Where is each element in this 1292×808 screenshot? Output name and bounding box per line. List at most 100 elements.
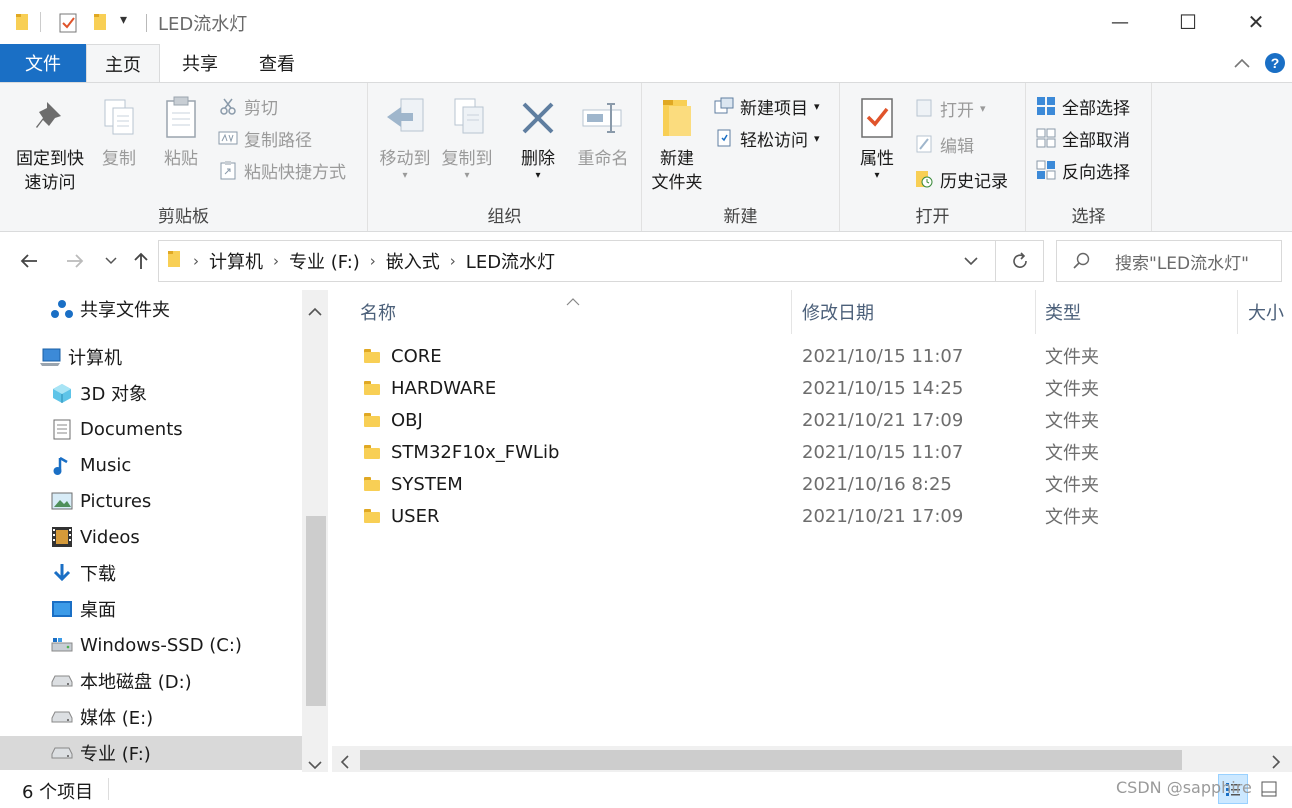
invert-selection-button[interactable]: 反向选择 — [1036, 156, 1130, 184]
breadcrumb-drive-f[interactable]: 专业 (F:) — [289, 248, 360, 274]
collapse-ribbon-icon[interactable] — [1232, 54, 1252, 75]
scroll-left-icon[interactable] — [340, 753, 349, 774]
pin-quick-access-button[interactable]: 固定到快 速访问 — [8, 93, 92, 195]
address-row: › 计算机 › 专业 (F:) › 嵌入式 › LED流水灯 搜索"LED流水灯… — [0, 232, 1292, 290]
nav-item-desktop[interactable]: 桌面 — [0, 592, 302, 626]
horizontal-scrollbar-thumb[interactable] — [360, 750, 1182, 770]
tab-file[interactable]: 文件 — [0, 44, 86, 82]
copy-label: 复制 — [102, 149, 136, 169]
file-date: 2021/10/21 17:09 — [802, 409, 964, 431]
new-folder-quick-icon[interactable] — [92, 12, 110, 37]
nav-item-pictures[interactable]: Pictures — [0, 484, 302, 518]
drive-icon — [50, 633, 74, 657]
history-icon — [914, 169, 934, 189]
nav-item-videos[interactable]: Videos — [0, 520, 302, 554]
new-item-dropdown-icon: ▾ — [814, 99, 820, 113]
refresh-button[interactable] — [995, 241, 1043, 281]
scroll-up-icon[interactable] — [308, 300, 322, 321]
nav-item-downloads[interactable]: 下载 — [0, 556, 302, 590]
move-to-button[interactable]: 移动到 ▾ — [374, 93, 436, 181]
share-icon — [50, 297, 74, 321]
rename-icon — [581, 93, 625, 143]
column-header-name[interactable]: 名称 — [360, 290, 790, 334]
nav-item-drive-f[interactable]: 专业 (F:) — [0, 736, 302, 770]
delete-button[interactable]: 删除 ▾ — [510, 93, 566, 181]
file-row[interactable]: STM32F10x_FWLib 2021/10/15 11:07 文件夹 — [332, 436, 1292, 468]
back-button[interactable] — [14, 246, 44, 276]
breadcrumb-current[interactable]: LED流水灯 — [466, 248, 555, 274]
up-button[interactable] — [126, 246, 156, 276]
recent-locations-button[interactable] — [96, 246, 126, 276]
minimize-button[interactable]: — — [1086, 0, 1154, 44]
easy-access-icon — [714, 128, 734, 148]
nav-item-label: 共享文件夹 — [80, 300, 170, 321]
nav-item-drive-d[interactable]: 本地磁盘 (D:) — [0, 664, 302, 698]
column-header-type[interactable]: 类型 — [1045, 290, 1235, 334]
edit-button[interactable]: 编辑 — [914, 130, 974, 158]
column-divider[interactable] — [1237, 290, 1238, 334]
column-divider[interactable] — [791, 290, 792, 334]
select-all-button[interactable]: 全部选择 — [1036, 92, 1130, 120]
paste-shortcut-button[interactable]: 粘贴快捷方式 — [218, 156, 346, 184]
file-row[interactable]: OBJ 2021/10/21 17:09 文件夹 — [332, 404, 1292, 436]
copy-path-button[interactable]: 复制路径 — [218, 124, 312, 152]
nav-item-music[interactable]: Music — [0, 448, 302, 482]
nav-item-drive-e[interactable]: 媒体 (E:) — [0, 700, 302, 734]
nav-item-shared-folders[interactable]: 共享文件夹 — [0, 292, 302, 326]
file-row[interactable]: CORE 2021/10/15 11:07 文件夹 — [332, 340, 1292, 372]
large-icons-view-button[interactable] — [1254, 774, 1284, 804]
copy-to-button[interactable]: 复制到 ▾ — [436, 93, 498, 181]
copy-path-label: 复制路径 — [244, 130, 312, 151]
properties-button[interactable]: 属性 ▾ — [846, 93, 908, 181]
new-folder-button[interactable]: 新建 文件夹 — [644, 93, 710, 195]
file-date: 2021/10/15 11:07 — [802, 345, 964, 367]
close-button[interactable]: ✕ — [1222, 0, 1290, 44]
maximize-button[interactable]: ☐ — [1154, 0, 1222, 44]
new-item-button[interactable]: 新建项目 ▾ — [714, 92, 820, 120]
select-none-icon — [1036, 128, 1056, 148]
file-row[interactable]: SYSTEM 2021/10/16 8:25 文件夹 — [332, 468, 1292, 500]
help-icon[interactable]: ? — [1264, 52, 1286, 79]
open-button[interactable]: 打开 ▾ — [914, 94, 986, 122]
file-row[interactable]: USER 2021/10/21 17:09 文件夹 — [332, 500, 1292, 532]
copy-button[interactable]: 复制 — [92, 93, 146, 171]
properties-dropdown-icon: ▾ — [874, 170, 880, 181]
nav-item-drive-c[interactable]: Windows-SSD (C:) — [0, 628, 302, 662]
select-none-button[interactable]: 全部取消 — [1036, 124, 1130, 152]
properties-quick-icon[interactable] — [58, 12, 78, 39]
tab-home[interactable]: 主页 — [86, 44, 160, 83]
breadcrumb-embedded[interactable]: 嵌入式 — [386, 248, 440, 274]
easy-access-button[interactable]: 轻松访问 ▾ — [714, 124, 820, 152]
forward-button[interactable] — [60, 246, 90, 276]
search-icon — [1073, 252, 1090, 269]
nav-scrollbar[interactable] — [302, 290, 328, 772]
nav-item-label: Videos — [80, 526, 140, 548]
file-row[interactable]: HARDWARE 2021/10/15 14:25 文件夹 — [332, 372, 1292, 404]
nav-item-label: 下载 — [80, 564, 116, 585]
tab-share[interactable]: 共享 — [163, 44, 237, 82]
paste-button[interactable]: 粘贴 — [152, 93, 210, 171]
documents-icon — [50, 417, 74, 441]
horizontal-scrollbar[interactable] — [332, 746, 1292, 772]
nav-item-computer[interactable]: 计算机 — [0, 340, 302, 374]
breadcrumb-computer[interactable]: 计算机 — [209, 248, 263, 274]
search-input[interactable]: 搜索"LED流水灯" — [1056, 240, 1282, 282]
select-none-label: 全部取消 — [1062, 130, 1130, 151]
address-history-button[interactable] — [947, 241, 995, 281]
column-header-size[interactable]: 大小 — [1248, 290, 1292, 334]
nav-item-3d-objects[interactable]: 3D 对象 — [0, 376, 302, 410]
history-button[interactable]: 历史记录 — [914, 165, 1008, 193]
properties-icon — [855, 93, 899, 143]
edit-icon — [914, 134, 934, 154]
column-divider[interactable] — [1035, 290, 1036, 334]
address-bar[interactable]: › 计算机 › 专业 (F:) › 嵌入式 › LED流水灯 — [158, 240, 1044, 282]
tab-view[interactable]: 查看 — [240, 44, 314, 82]
rename-button[interactable]: 重命名 — [570, 93, 636, 171]
select-all-icon — [1036, 96, 1056, 116]
nav-item-documents[interactable]: Documents — [0, 412, 302, 446]
nav-scrollbar-thumb[interactable] — [306, 516, 326, 706]
column-header-date[interactable]: 修改日期 — [802, 290, 1032, 334]
cut-button[interactable]: 剪切 — [218, 92, 278, 120]
quick-access-dropdown-icon[interactable]: ▾ — [120, 12, 127, 28]
scroll-right-icon[interactable] — [1272, 753, 1281, 774]
